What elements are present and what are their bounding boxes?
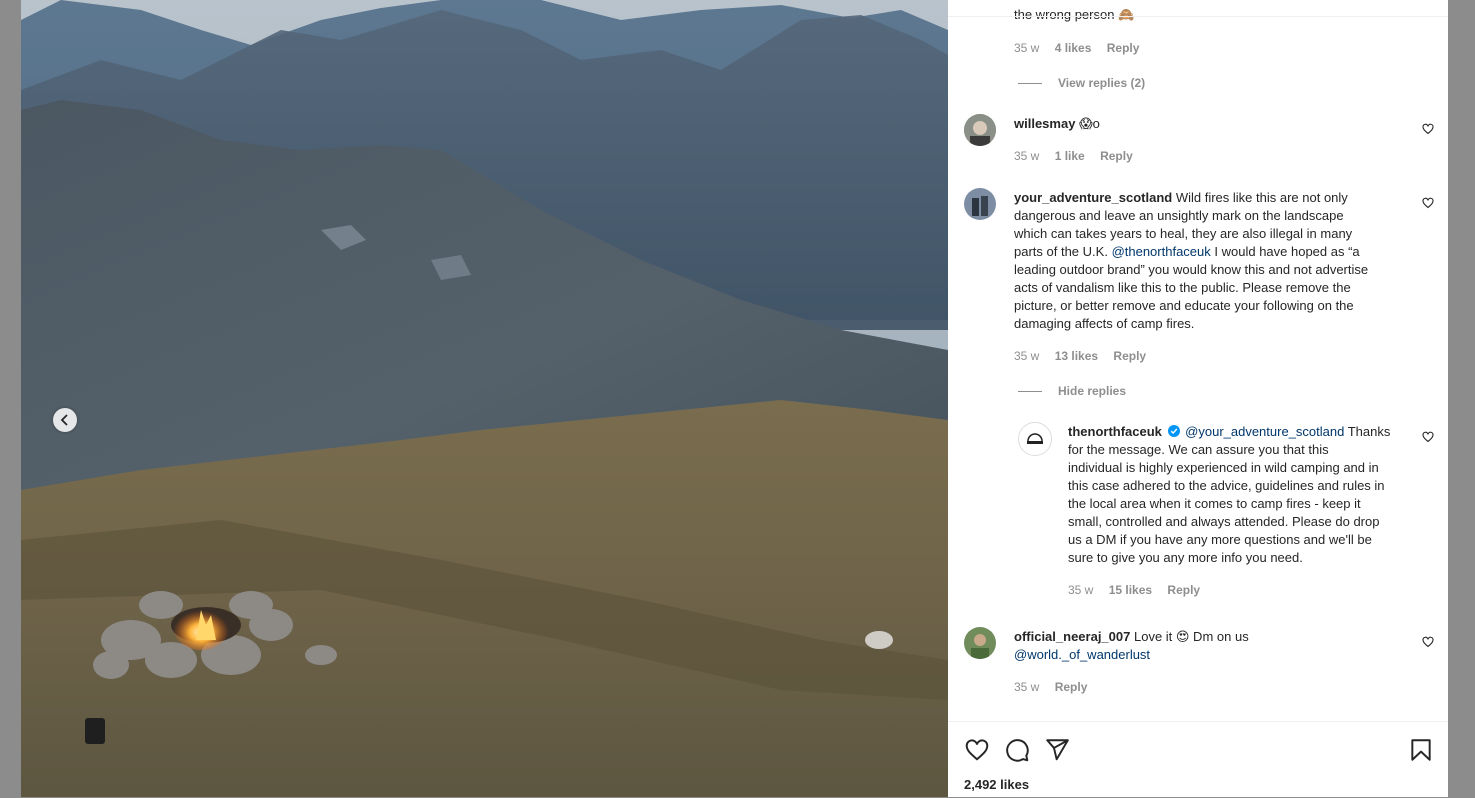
comments-panel: the wrong person 🙈 35 w 4 likes Reply Vi… [948,0,1448,797]
heart-icon[interactable] [1422,636,1434,648]
comment-username[interactable]: official_neeraj_007 [1014,629,1130,644]
verified-badge-icon [1167,425,1180,437]
comment-meta: 35 w 1 like Reply [1014,148,1145,164]
comment-meta: 35 w 15 likes Reply [1068,582,1212,598]
comment-text: your_adventure_scotland Wild fires like … [1014,190,1369,331]
comment-time: 35 w [1014,349,1040,363]
bookmark-icon[interactable] [1408,737,1434,763]
divider [948,16,1448,17]
comment-time: 35 w [1014,149,1040,163]
comment-bubble-icon[interactable] [1004,737,1030,763]
mention-link[interactable]: @your_adventure_scotland [1185,424,1344,439]
reply-button[interactable]: Reply [1167,583,1200,597]
comment-username[interactable]: willesmay [1014,116,1075,131]
hide-replies-button[interactable]: Hide replies [1018,383,1126,399]
comment-username[interactable]: thenorthfaceuk [1068,424,1162,439]
paper-plane-icon[interactable] [1044,737,1070,763]
comment-text: official_neeraj_007 Love it 😍 Dm on us @… [1014,628,1414,664]
reply-button[interactable]: Reply [1113,349,1146,363]
heart-icon[interactable] [1422,123,1434,135]
heart-icon[interactable] [964,737,990,763]
comment-snippet-text: the wrong person 🙈 [1014,7,1135,22]
likes-count[interactable]: 2,492 likes [964,777,1029,792]
comment-time: 35 w [1014,41,1040,55]
comments-list: the wrong person 🙈 35 w 4 likes Reply Vi… [948,0,1448,721]
avatar[interactable] [964,114,996,146]
reply-text: thenorthfaceuk @your_adventure_scotland … [1068,424,1391,565]
comment-text: willesmay 😱o [1014,115,1100,133]
comment-likes[interactable]: 1 like [1055,149,1085,163]
comment-time: 35 w [1068,583,1094,597]
comment-body: 😱o [1079,116,1100,131]
post-photo [21,0,948,797]
comment-meta: 35 w 13 likes Reply [1014,348,1158,364]
comment-likes[interactable]: 4 likes [1055,41,1092,55]
avatar[interactable] [964,188,996,220]
comment-likes[interactable]: 13 likes [1055,349,1098,363]
avatar[interactable] [1018,422,1052,456]
reply-button[interactable]: Reply [1107,41,1140,55]
post-actions-bar: 2,492 likes [948,721,1448,798]
previous-photo-button[interactable] [53,408,77,432]
view-replies-button[interactable]: View replies (2) [1018,75,1145,91]
avatar[interactable] [964,627,996,659]
comment-likes[interactable]: 15 likes [1109,583,1152,597]
mention-link[interactable]: @thenorthfaceuk [1112,244,1211,259]
reply-button[interactable]: Reply [1100,149,1133,163]
chevron-left-icon [60,414,68,426]
reply-button[interactable]: Reply [1055,680,1088,694]
heart-icon[interactable] [1422,431,1434,443]
mention-link[interactable]: @world._of_wanderlust [1014,646,1414,664]
comment-time: 35 w [1014,680,1040,694]
mountain-landscape-image [21,0,948,797]
comment-meta: 35 w 4 likes Reply [1014,40,1151,56]
heart-icon[interactable] [1422,197,1434,209]
comment-username[interactable]: your_adventure_scotland [1014,190,1172,205]
comment-meta: 35 w Reply [1014,679,1099,695]
